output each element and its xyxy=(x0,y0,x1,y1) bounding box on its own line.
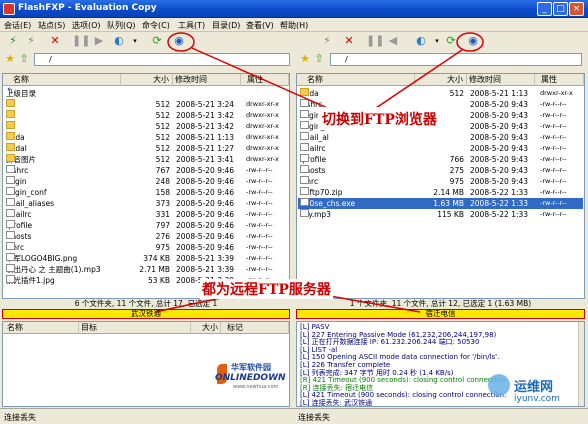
right-highlight-circle xyxy=(456,32,484,52)
watermark-url: iyunv.com xyxy=(514,394,560,404)
right-arrow-line xyxy=(369,49,463,113)
remote-arrow-right xyxy=(329,295,421,313)
annotation-remote: 都为远程FTP服务器 xyxy=(200,279,333,299)
watermark-logo-icon xyxy=(488,374,510,396)
watermark-name: 运维网 xyxy=(514,380,554,395)
watermark: 运维网 iyunv.com xyxy=(488,374,584,410)
annotation-switch: 切换到FTP浏览器 xyxy=(322,112,437,128)
annotation-arrows xyxy=(154,32,484,313)
left-highlight-circle xyxy=(167,32,195,52)
